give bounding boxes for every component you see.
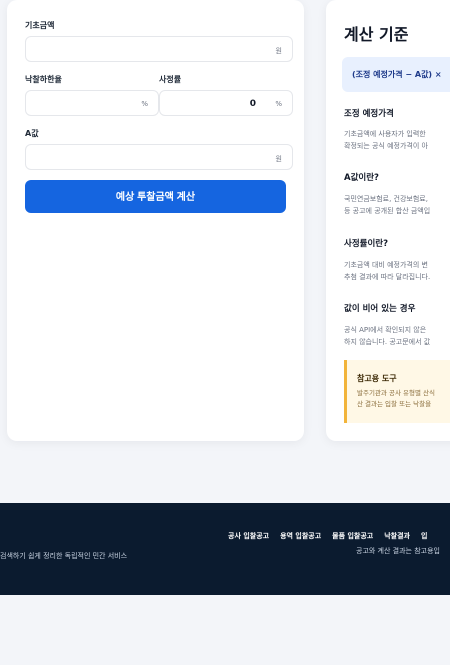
site-footer: 검색하기 쉽게 정리한 독립적인 민간 서비스 공사 입찰공고 용역 입찰공고 물품… — [0, 503, 450, 595]
a-value-label: A값 — [25, 129, 39, 138]
formula-box: (조정 예정가격 − A값) × — [342, 57, 450, 92]
section-heading: A값이란? — [344, 173, 379, 183]
footer-link-service[interactable]: 용역 입찰공고 — [280, 532, 321, 540]
bid-rate-unit: % — [141, 100, 148, 108]
calculate-button[interactable]: 예상 투찰금액 계산 — [25, 180, 286, 213]
a-value-field[interactable]: 원 — [25, 144, 293, 170]
assessment-rate-field[interactable]: 0 % — [159, 90, 293, 116]
section-text: 기초금액에 사용자가 입력한 — [344, 130, 426, 138]
section-text: 등 공고에 공개된 합산 금액입 — [344, 207, 431, 215]
footer-nav: 공사 입찰공고 용역 입찰공고 물품 입찰공고 낙찰결과 입 — [228, 531, 438, 541]
bid-rate-field[interactable]: % — [25, 90, 159, 116]
assessment-rate-value: 0 — [249, 99, 256, 109]
base-amount-label: 기초금액 — [25, 21, 55, 30]
section-heading: 사정률이란? — [344, 239, 389, 249]
footer-link-more[interactable]: 입 — [421, 532, 427, 540]
section-text: 국민연금보험료, 건강보험료, — [344, 195, 428, 203]
footer-link-construction[interactable]: 공사 입찰공고 — [228, 532, 269, 540]
section-text: 기초금액 대비 예정가격의 변 — [344, 261, 428, 269]
criteria-title: 계산 기준 — [344, 25, 409, 44]
assessment-rate-label: 사정률 — [159, 75, 182, 84]
note-text: 발주기관과 공사 유형별 산식 — [357, 389, 435, 397]
section-text: 공식 API에서 확인되지 않은 — [344, 326, 427, 334]
reference-note: 참고용 도구 발주기관과 공사 유형별 산식 산 결과는 입찰 또는 낙찰을 — [344, 360, 450, 423]
footer-tagline: 검색하기 쉽게 정리한 독립적인 민간 서비스 — [0, 552, 128, 560]
note-text: 산 결과는 입찰 또는 낙찰을 — [357, 400, 432, 408]
criteria-card: 계산 기준 (조정 예정가격 − A값) × 조정 예정가격 기초금액에 사용자… — [326, 0, 450, 441]
section-heading: 조정 예정가격 — [344, 109, 394, 119]
footer-disclaimer: 공고와 계산 결과는 참고용입 — [356, 547, 440, 555]
assessment-rate-unit: % — [275, 100, 282, 108]
calculator-card: 기초금액 원 낙찰하한율 % 사정률 0 % A값 원 — [7, 0, 304, 441]
section-text: 추첨 결과에 따라 달라집니다. — [344, 273, 431, 281]
footer-link-goods[interactable]: 물품 입찰공고 — [332, 532, 373, 540]
section-text: 하지 않습니다. 공고문에서 값 — [344, 338, 431, 346]
base-amount-unit: 원 — [275, 47, 282, 55]
section-text: 확정되는 공식 예정가격이 아 — [344, 142, 428, 150]
section-heading: 값이 비어 있는 경우 — [344, 304, 416, 314]
note-heading: 참고용 도구 — [357, 374, 397, 383]
base-amount-field[interactable]: 원 — [25, 36, 293, 62]
bid-rate-label: 낙찰하한율 — [25, 75, 62, 84]
a-value-unit: 원 — [275, 155, 282, 163]
footer-link-award[interactable]: 낙찰결과 — [384, 532, 410, 540]
